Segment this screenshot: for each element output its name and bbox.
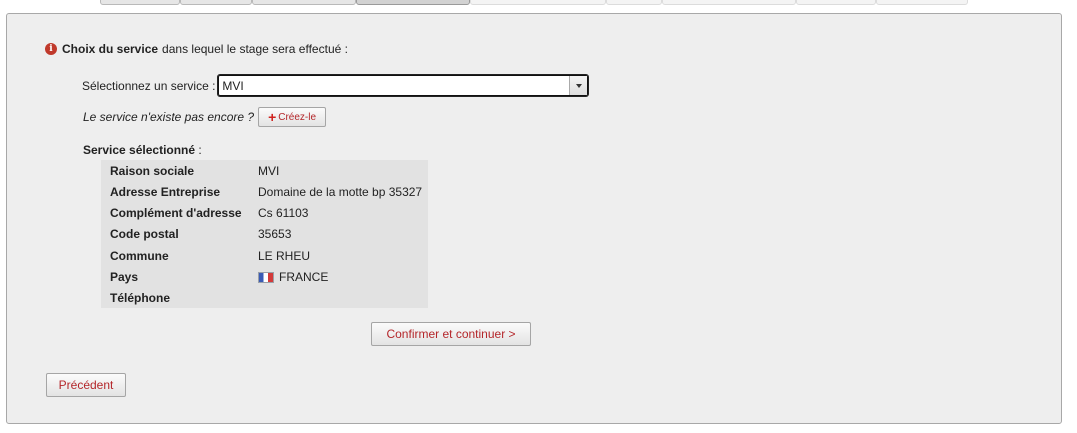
service-question: i Choix du service dans lequel le stage … — [45, 42, 348, 56]
detail-value: MVI — [258, 163, 280, 178]
detail-row-pays: Pays FRANCE — [110, 266, 328, 287]
detail-row-commune: Commune LE RHEU — [110, 245, 310, 266]
detail-value: 35653 — [258, 226, 292, 241]
selected-service-title: Service sélectionné : — [83, 143, 202, 157]
service-select[interactable]: MVI — [217, 74, 590, 97]
service-panel: i Choix du service dans lequel le stage … — [6, 13, 1062, 424]
detail-value: LE RHEU — [258, 248, 311, 263]
selected-service-title-text: Service sélectionné — [83, 143, 196, 157]
question-bold: Choix du service — [62, 42, 159, 56]
step-tab[interactable] — [876, 0, 968, 5]
detail-label: Téléphone — [110, 290, 171, 305]
create-service-button[interactable]: + Créez-le — [258, 107, 327, 127]
detail-value: FRANCE — [279, 269, 329, 284]
step-tabs — [0, 0, 1077, 5]
step-tab[interactable] — [470, 0, 606, 5]
select-arrow-button[interactable] — [569, 76, 588, 95]
plus-icon: + — [268, 109, 277, 125]
step-tab[interactable] — [662, 0, 796, 5]
detail-label: Pays — [110, 269, 139, 284]
step-tab[interactable] — [606, 0, 662, 5]
detail-label: Adresse Entreprise — [110, 184, 221, 199]
step-tab[interactable] — [252, 0, 356, 5]
detail-row-code-postal: Code postal 35653 — [110, 223, 291, 244]
flag-france-icon — [258, 271, 274, 283]
confirm-continue-button[interactable]: Confirmer et continuer > — [371, 322, 531, 346]
service-select-label: Sélectionnez un service : — [82, 78, 216, 93]
step-tab[interactable] — [100, 0, 180, 5]
info-circle-icon: i — [45, 43, 57, 55]
step-tab-active[interactable] — [356, 0, 470, 5]
create-service-question: Le service n'existe pas encore ? — [83, 110, 255, 124]
detail-row-complement: Complément d'adresse Cs 61103 — [110, 202, 308, 223]
detail-value: Cs 61103 — [258, 205, 309, 220]
step-tab[interactable] — [796, 0, 876, 5]
previous-button[interactable]: Précédent — [46, 373, 126, 397]
chevron-down-icon — [575, 83, 582, 88]
detail-row-raison-sociale: Raison sociale MVI — [110, 160, 279, 181]
service-details-table: Raison sociale MVI Adresse Entreprise Do… — [101, 160, 428, 308]
detail-row-adresse: Adresse Entreprise Domaine de la motte b… — [110, 181, 422, 202]
detail-label: Commune — [110, 248, 169, 263]
service-select-value: MVI — [222, 79, 244, 93]
detail-label: Raison sociale — [110, 163, 195, 178]
detail-label: Complément d'adresse — [110, 205, 242, 220]
service-select-row: Sélectionnez un service : MVI — [82, 74, 590, 97]
detail-value-country: FRANCE — [258, 270, 328, 284]
detail-row-telephone: Téléphone — [110, 287, 258, 308]
step-tab[interactable] — [180, 0, 252, 5]
question-text: dans lequel le stage sera effectué : — [162, 42, 348, 56]
detail-label: Code postal — [110, 226, 179, 241]
create-service-button-label: Créez-le — [278, 111, 317, 123]
selected-service-title-suffix: : — [195, 143, 202, 157]
create-service-row: Le service n'existe pas encore ? + Créez… — [83, 107, 327, 127]
detail-value: Domaine de la motte bp 35327 — [258, 184, 423, 199]
